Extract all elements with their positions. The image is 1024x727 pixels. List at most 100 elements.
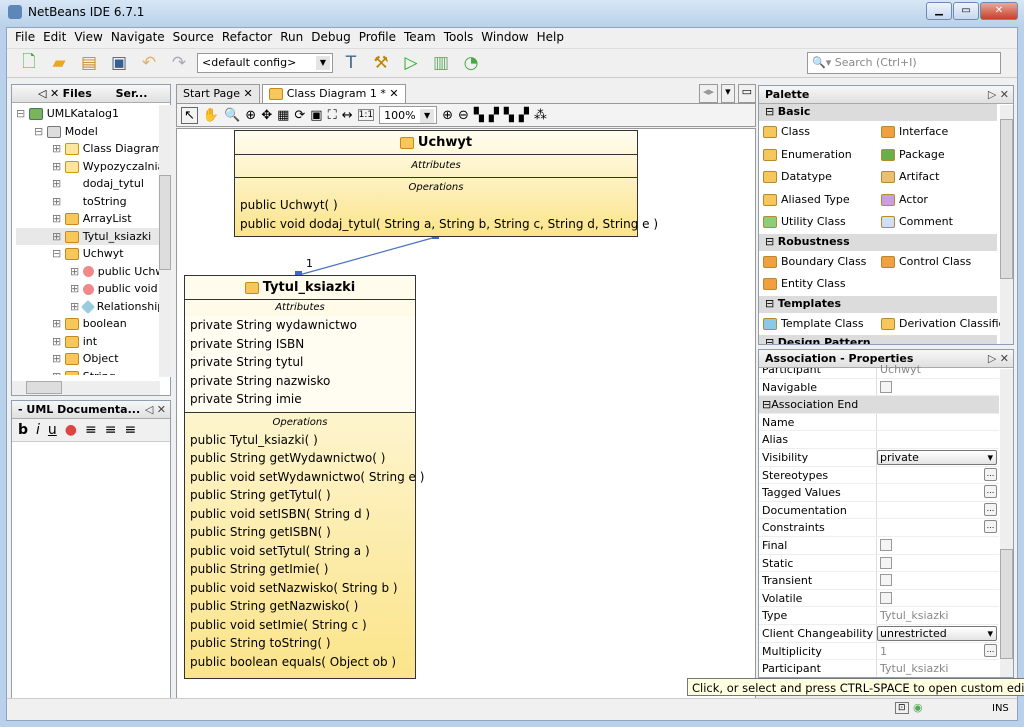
collapse-icon[interactable]: ⊟ <box>765 336 778 344</box>
property-value[interactable]: ... <box>877 467 999 484</box>
palette-category-basic[interactable]: ⊟ Basic <box>759 104 997 121</box>
expand-icon[interactable]: ⊟ <box>52 247 65 260</box>
property-select[interactable]: private <box>877 449 997 465</box>
property-value[interactable]: unrestricted <box>877 625 999 642</box>
menu-navigate[interactable]: Navigate <box>107 28 169 47</box>
expand-icon[interactable]: ⊞ <box>52 142 65 155</box>
output-icon[interactable]: ⊡ <box>895 702 909 714</box>
operation-row[interactable]: public String getWydawnictwo( ) <box>185 449 415 468</box>
relationship-discovery-icon[interactable]: ⁂ <box>534 108 547 123</box>
panel-controls-icon[interactable]: ◁ ✕ <box>145 403 166 416</box>
menu-run[interactable]: Run <box>276 28 307 47</box>
custom-editor-button[interactable]: ... <box>984 502 997 516</box>
open-project-icon[interactable]: ▤ <box>77 51 101 75</box>
tab-class-diagram[interactable]: Class Diagram 1 * ✕ <box>261 84 406 103</box>
custom-editor-button[interactable]: ... <box>984 643 997 657</box>
expand-icon[interactable]: ⊟ <box>16 107 29 120</box>
palette-item-derivation-classifier[interactable]: Derivation Classifier <box>881 313 1010 336</box>
custom-editor-button[interactable]: ... <box>984 467 997 481</box>
navigate-link-icon[interactable]: ✥ <box>261 108 272 123</box>
property-select[interactable]: unrestricted <box>877 625 997 641</box>
palette-item-datatype[interactable]: Datatype <box>763 166 881 189</box>
palette-category-templates[interactable]: ⊟ Templates <box>759 295 997 313</box>
tree-item[interactable]: ⊟ UMLKatalog1 <box>16 105 160 123</box>
custom-editor-button[interactable]: ... <box>984 485 997 499</box>
config-select[interactable]: <default config> ▼ <box>197 53 333 73</box>
property-section-association-end[interactable]: ⊟ Association End <box>759 396 999 414</box>
undo-icon[interactable]: ↶ <box>137 51 161 75</box>
operation-row[interactable]: public String getTytul( ) <box>185 486 415 505</box>
property-value[interactable] <box>877 537 999 554</box>
property-value[interactable]: ... <box>877 502 999 519</box>
actual-size-icon[interactable]: 1:1 <box>357 109 375 121</box>
diagram-canvas[interactable]: 1 Uchwyt Attributes Operations public Uc… <box>176 128 756 699</box>
operation-row[interactable]: public String getNazwisko( ) <box>185 597 415 616</box>
expand-icon[interactable]: ⊞ <box>52 195 65 208</box>
profile-icon[interactable]: ◔ <box>459 51 483 75</box>
align-center-icon[interactable]: ≡ <box>105 422 117 438</box>
symmetric-layout-icon[interactable]: ▚ <box>504 108 514 123</box>
palette-item-artifact[interactable]: Artifact <box>881 166 1001 189</box>
fit-to-window-icon[interactable]: ⛶ <box>328 108 337 123</box>
menu-help[interactable]: Help <box>533 28 568 47</box>
checkbox[interactable] <box>880 591 892 604</box>
collapse-icon[interactable]: ⊟ <box>762 396 771 413</box>
property-value[interactable]: ... <box>877 519 999 536</box>
menu-edit[interactable]: Edit <box>39 28 70 47</box>
properties-scrollbar[interactable] <box>1000 369 1013 677</box>
build-icon[interactable]: T <box>339 51 363 75</box>
tree-item[interactable]: ⊞ public Uchwyt <box>16 263 160 281</box>
fit-width-icon[interactable]: ↔ <box>342 108 353 123</box>
palette-category-design-pattern[interactable]: ⊟ Design Pattern <box>759 335 997 344</box>
tab-services[interactable]: Ser... <box>116 87 148 100</box>
palette-scrollbar[interactable] <box>1000 105 1013 344</box>
palette-item-control-class[interactable]: Control Class <box>881 251 1001 274</box>
checkbox[interactable] <box>880 538 892 551</box>
attribute-row[interactable]: private String ISBN <box>185 335 415 354</box>
property-value[interactable]: 1... <box>877 643 999 660</box>
zoom-out-icon[interactable]: ⊖ <box>458 108 469 123</box>
minimize-panel-icon[interactable]: ◁ ✕ <box>38 87 63 100</box>
incremental-layout-icon[interactable]: ▞ <box>519 108 529 123</box>
palette-item-interface[interactable]: Interface <box>881 121 1001 144</box>
new-project-icon[interactable]: ▰ <box>47 51 71 75</box>
palette-item-aliased-type[interactable]: Aliased Type <box>763 189 881 212</box>
underline-icon[interactable]: u <box>48 422 57 438</box>
menu-team[interactable]: Team <box>400 28 440 47</box>
expand-icon[interactable]: ⊟ <box>34 125 47 138</box>
update-icon[interactable]: ◉ <box>913 701 923 714</box>
operation-row[interactable]: public void dodaj_tytul( String a, Strin… <box>235 215 658 234</box>
expand-icon[interactable]: ⊞ <box>52 160 65 173</box>
palette-item-template-class[interactable]: Template Class <box>763 313 881 336</box>
close-tab-icon[interactable]: ✕ <box>389 87 398 100</box>
tree-item[interactable]: ⊞ public void <box>16 280 160 298</box>
tree-vertical-scrollbar[interactable] <box>159 105 171 377</box>
menu-tools[interactable]: Tools <box>440 28 478 47</box>
align-left-icon[interactable]: ≡ <box>85 422 97 438</box>
hierarchical-layout-icon[interactable]: ▚ <box>474 108 484 123</box>
tab-files[interactable]: Files <box>63 87 92 100</box>
export-image-icon[interactable]: ▣ <box>310 108 322 123</box>
expand-icon[interactable]: ⊞ <box>52 317 65 330</box>
maximize-button[interactable]: ▭ <box>953 2 979 20</box>
property-value[interactable]: private <box>877 449 999 466</box>
operation-row[interactable]: public void setWydawnictwo( String e ) <box>185 468 424 487</box>
custom-editor-button[interactable]: ... <box>984 520 997 534</box>
menu-window[interactable]: Window <box>477 28 532 47</box>
property-value-text[interactable]: 1 <box>880 645 887 658</box>
expand-icon[interactable]: ⊞ <box>52 230 65 243</box>
palette-item-comment[interactable]: Comment <box>881 211 1001 234</box>
tree-item[interactable]: ⊟ Model <box>16 123 160 141</box>
operation-row[interactable]: public void setImie( String c ) <box>185 616 415 635</box>
zoom-interactive-icon[interactable]: 🔍 <box>224 108 240 123</box>
tree-item[interactable]: ⊞ Class Diagram <box>16 140 160 158</box>
menu-profile[interactable]: Profile <box>355 28 400 47</box>
checkbox[interactable] <box>880 380 892 393</box>
tree-item[interactable]: ⊞ ArrayList <box>16 210 160 228</box>
menu-debug[interactable]: Debug <box>307 28 354 47</box>
palette-item-actor[interactable]: Actor <box>881 189 1001 212</box>
clean-build-icon[interactable]: ⚒ <box>369 51 393 75</box>
operation-row[interactable]: public void setTytul( String a ) <box>185 542 415 561</box>
minimize-button[interactable]: ▁ <box>926 2 952 20</box>
align-right-icon[interactable]: ≡ <box>124 422 136 438</box>
